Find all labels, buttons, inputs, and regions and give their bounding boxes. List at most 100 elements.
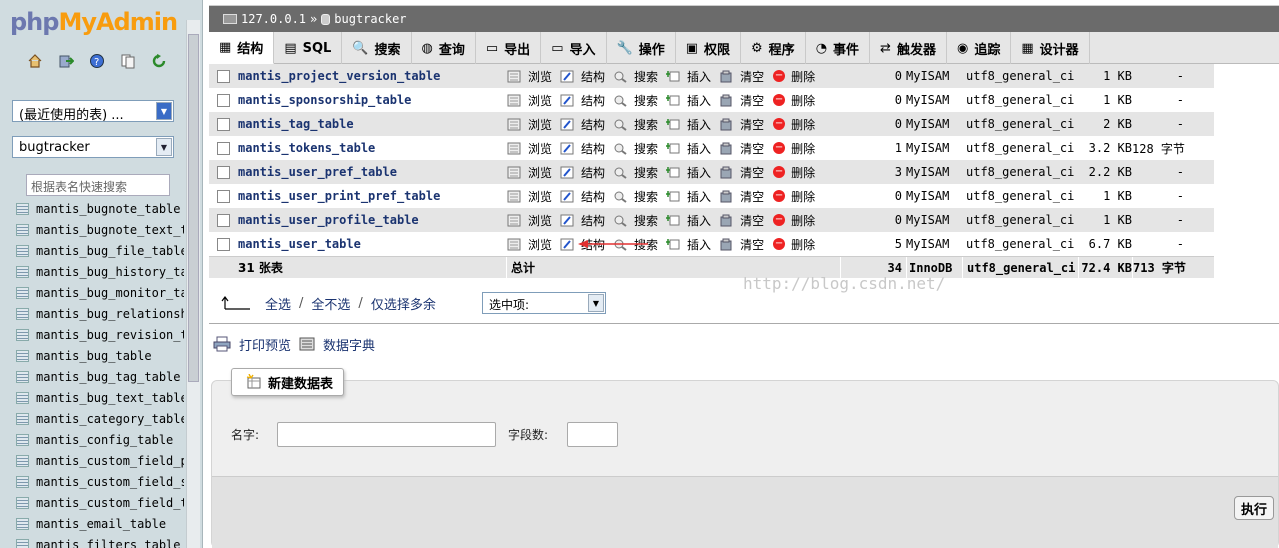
tab-tracking[interactable]: ◉ 追踪 (947, 32, 1012, 64)
check-all-link[interactable]: 全选 (265, 294, 291, 313)
empty-action[interactable]: 清空 (718, 116, 764, 133)
sidebar-table-item[interactable]: mantis_bug_table (16, 345, 184, 366)
sidebar-table-name[interactable]: mantis_bug_file_table (36, 244, 184, 258)
sidebar-table-item[interactable]: mantis_custom_field_table (16, 492, 184, 513)
breadcrumb-database[interactable]: bugtracker (334, 12, 406, 26)
browse-action[interactable]: 浏览 (506, 92, 552, 109)
tab-routines[interactable]: ⚙ 程序 (741, 32, 806, 64)
row-checkbox[interactable] (217, 141, 230, 155)
browse-action[interactable]: 浏览 (506, 164, 552, 181)
row-checkbox[interactable] (217, 237, 230, 251)
sidebar-table-item[interactable]: mantis_custom_field_string_table (16, 471, 184, 492)
columns-count-input[interactable] (567, 422, 618, 447)
sidebar-table-name[interactable]: mantis_bugnote_text_table (36, 223, 184, 237)
row-checkbox[interactable] (217, 189, 230, 203)
table-name-link[interactable]: mantis_sponsorship_table (238, 93, 506, 107)
sidebar-table-name[interactable]: mantis_email_table (36, 517, 166, 531)
sidebar-table-item[interactable]: mantis_category_table (16, 408, 184, 429)
tab-search[interactable]: 🔍 搜索 (342, 32, 412, 64)
drop-action[interactable]: − 删除 (771, 116, 815, 133)
uncheck-all-link[interactable]: 全不选 (311, 294, 350, 313)
scrollbar-thumb[interactable] (188, 34, 199, 382)
drop-action[interactable]: − 删除 (771, 212, 815, 229)
drop-action[interactable]: − 删除 (771, 140, 815, 157)
browse-action[interactable]: 浏览 (506, 116, 552, 133)
sidebar-table-name[interactable]: mantis_bug_relationship_table (36, 307, 184, 321)
sidebar-table-item[interactable]: mantis_filters_table (16, 534, 184, 548)
sidebar-table-item[interactable]: mantis_bug_revision_table (16, 324, 184, 345)
tab-export[interactable]: ▭ 导出 (476, 32, 542, 64)
sidebar-table-name[interactable]: mantis_custom_field_project_table (36, 454, 184, 468)
tab-privileges[interactable]: ▣ 权限 (676, 32, 742, 64)
browse-action[interactable]: 浏览 (506, 212, 552, 229)
reload-icon[interactable] (150, 52, 168, 70)
drop-action[interactable]: − 删除 (771, 164, 815, 181)
sidebar-table-name[interactable]: mantis_config_table (36, 433, 173, 447)
sidebar-table-item[interactable]: mantis_config_table (16, 429, 184, 450)
row-checkbox[interactable] (217, 117, 230, 131)
sidebar-table-name[interactable]: mantis_bug_revision_table (36, 328, 184, 342)
table-name-link[interactable]: mantis_tag_table (238, 117, 506, 131)
search-action[interactable]: 搜索 (612, 188, 658, 205)
sidebar-table-name[interactable]: mantis_bugnote_table (36, 202, 181, 216)
help-icon[interactable]: ? (88, 52, 106, 70)
structure-action[interactable]: 结构 (559, 92, 605, 109)
tab-structure[interactable]: ▦ 结构 (209, 32, 275, 64)
table-name-input[interactable] (277, 422, 496, 447)
tab-sql[interactable]: ▤ SQL (274, 32, 343, 64)
tab-operations[interactable]: 🔧 操作 (607, 32, 676, 64)
search-action[interactable]: 搜索 (612, 116, 658, 133)
empty-action[interactable]: 清空 (718, 92, 764, 109)
sidebar-table-item[interactable]: mantis_bugnote_table (16, 198, 184, 219)
insert-action[interactable]: 插入 (665, 116, 711, 133)
row-checkbox[interactable] (217, 165, 230, 179)
table-name-link[interactable]: mantis_user_print_pref_table (238, 189, 506, 203)
phpmyadmin-logo[interactable]: phpMyAdmin (10, 8, 178, 36)
browse-action[interactable]: 浏览 (506, 236, 552, 253)
structure-action[interactable]: 结构 (559, 188, 605, 205)
drop-action[interactable]: − 删除 (771, 188, 815, 205)
sidebar-table-item[interactable]: mantis_bug_text_table (16, 387, 184, 408)
insert-action[interactable]: 插入 (665, 68, 711, 85)
browse-action[interactable]: 浏览 (506, 68, 552, 85)
go-button[interactable]: 执行 (1234, 496, 1274, 520)
recent-tables-select[interactable]: (最近使用的表) ... ▼ (12, 100, 174, 122)
browse-action[interactable]: 浏览 (506, 140, 552, 157)
empty-action[interactable]: 清空 (718, 236, 764, 253)
drop-action[interactable]: − 删除 (771, 236, 815, 253)
table-filter-input[interactable]: 根据表名快速搜索 (26, 174, 170, 196)
table-name-link[interactable]: mantis_project_version_table (238, 69, 506, 83)
insert-action[interactable]: 插入 (665, 164, 711, 181)
home-icon[interactable] (26, 52, 44, 70)
sidebar-scrollbar[interactable] (186, 20, 200, 548)
data-dictionary-link[interactable]: 数据字典 (323, 335, 375, 354)
sidebar-table-name[interactable]: mantis_filters_table (36, 538, 181, 548)
structure-action[interactable]: 结构 (559, 212, 605, 229)
empty-action[interactable]: 清空 (718, 140, 764, 157)
empty-action[interactable]: 清空 (718, 68, 764, 85)
database-select[interactable]: bugtracker ▼ (12, 136, 174, 158)
drop-action[interactable]: − 删除 (771, 68, 815, 85)
search-action[interactable]: 搜索 (612, 140, 658, 157)
sidebar-table-item[interactable]: mantis_email_table (16, 513, 184, 534)
with-selected-select[interactable]: 选中项: ▼ (482, 292, 606, 314)
tab-events[interactable]: ◔ 事件 (806, 32, 871, 64)
table-name-link[interactable]: mantis_user_pref_table (238, 165, 506, 179)
table-name-link[interactable]: mantis_user_table (238, 237, 506, 251)
structure-action[interactable]: 结构 (559, 116, 605, 133)
table-name-link[interactable]: mantis_tokens_table (238, 141, 506, 155)
sidebar-table-name[interactable]: mantis_bug_table (36, 349, 152, 363)
insert-action[interactable]: 插入 (665, 188, 711, 205)
empty-action[interactable]: 清空 (718, 212, 764, 229)
sidebar-table-name[interactable]: mantis_bug_text_table (36, 391, 184, 405)
tab-triggers[interactable]: ⇄ 触发器 (870, 32, 947, 64)
logout-icon[interactable] (57, 52, 75, 70)
sidebar-table-item[interactable]: mantis_bugnote_text_table (16, 219, 184, 240)
structure-action[interactable]: 结构 (559, 140, 605, 157)
insert-action[interactable]: 插入 (665, 92, 711, 109)
sidebar-table-item[interactable]: mantis_bug_history_table (16, 261, 184, 282)
empty-action[interactable]: 清空 (718, 188, 764, 205)
insert-action[interactable]: 插入 (665, 236, 711, 253)
tab-import[interactable]: ▭ 导入 (541, 32, 607, 64)
print-preview-link[interactable]: 打印预览 (239, 335, 291, 354)
